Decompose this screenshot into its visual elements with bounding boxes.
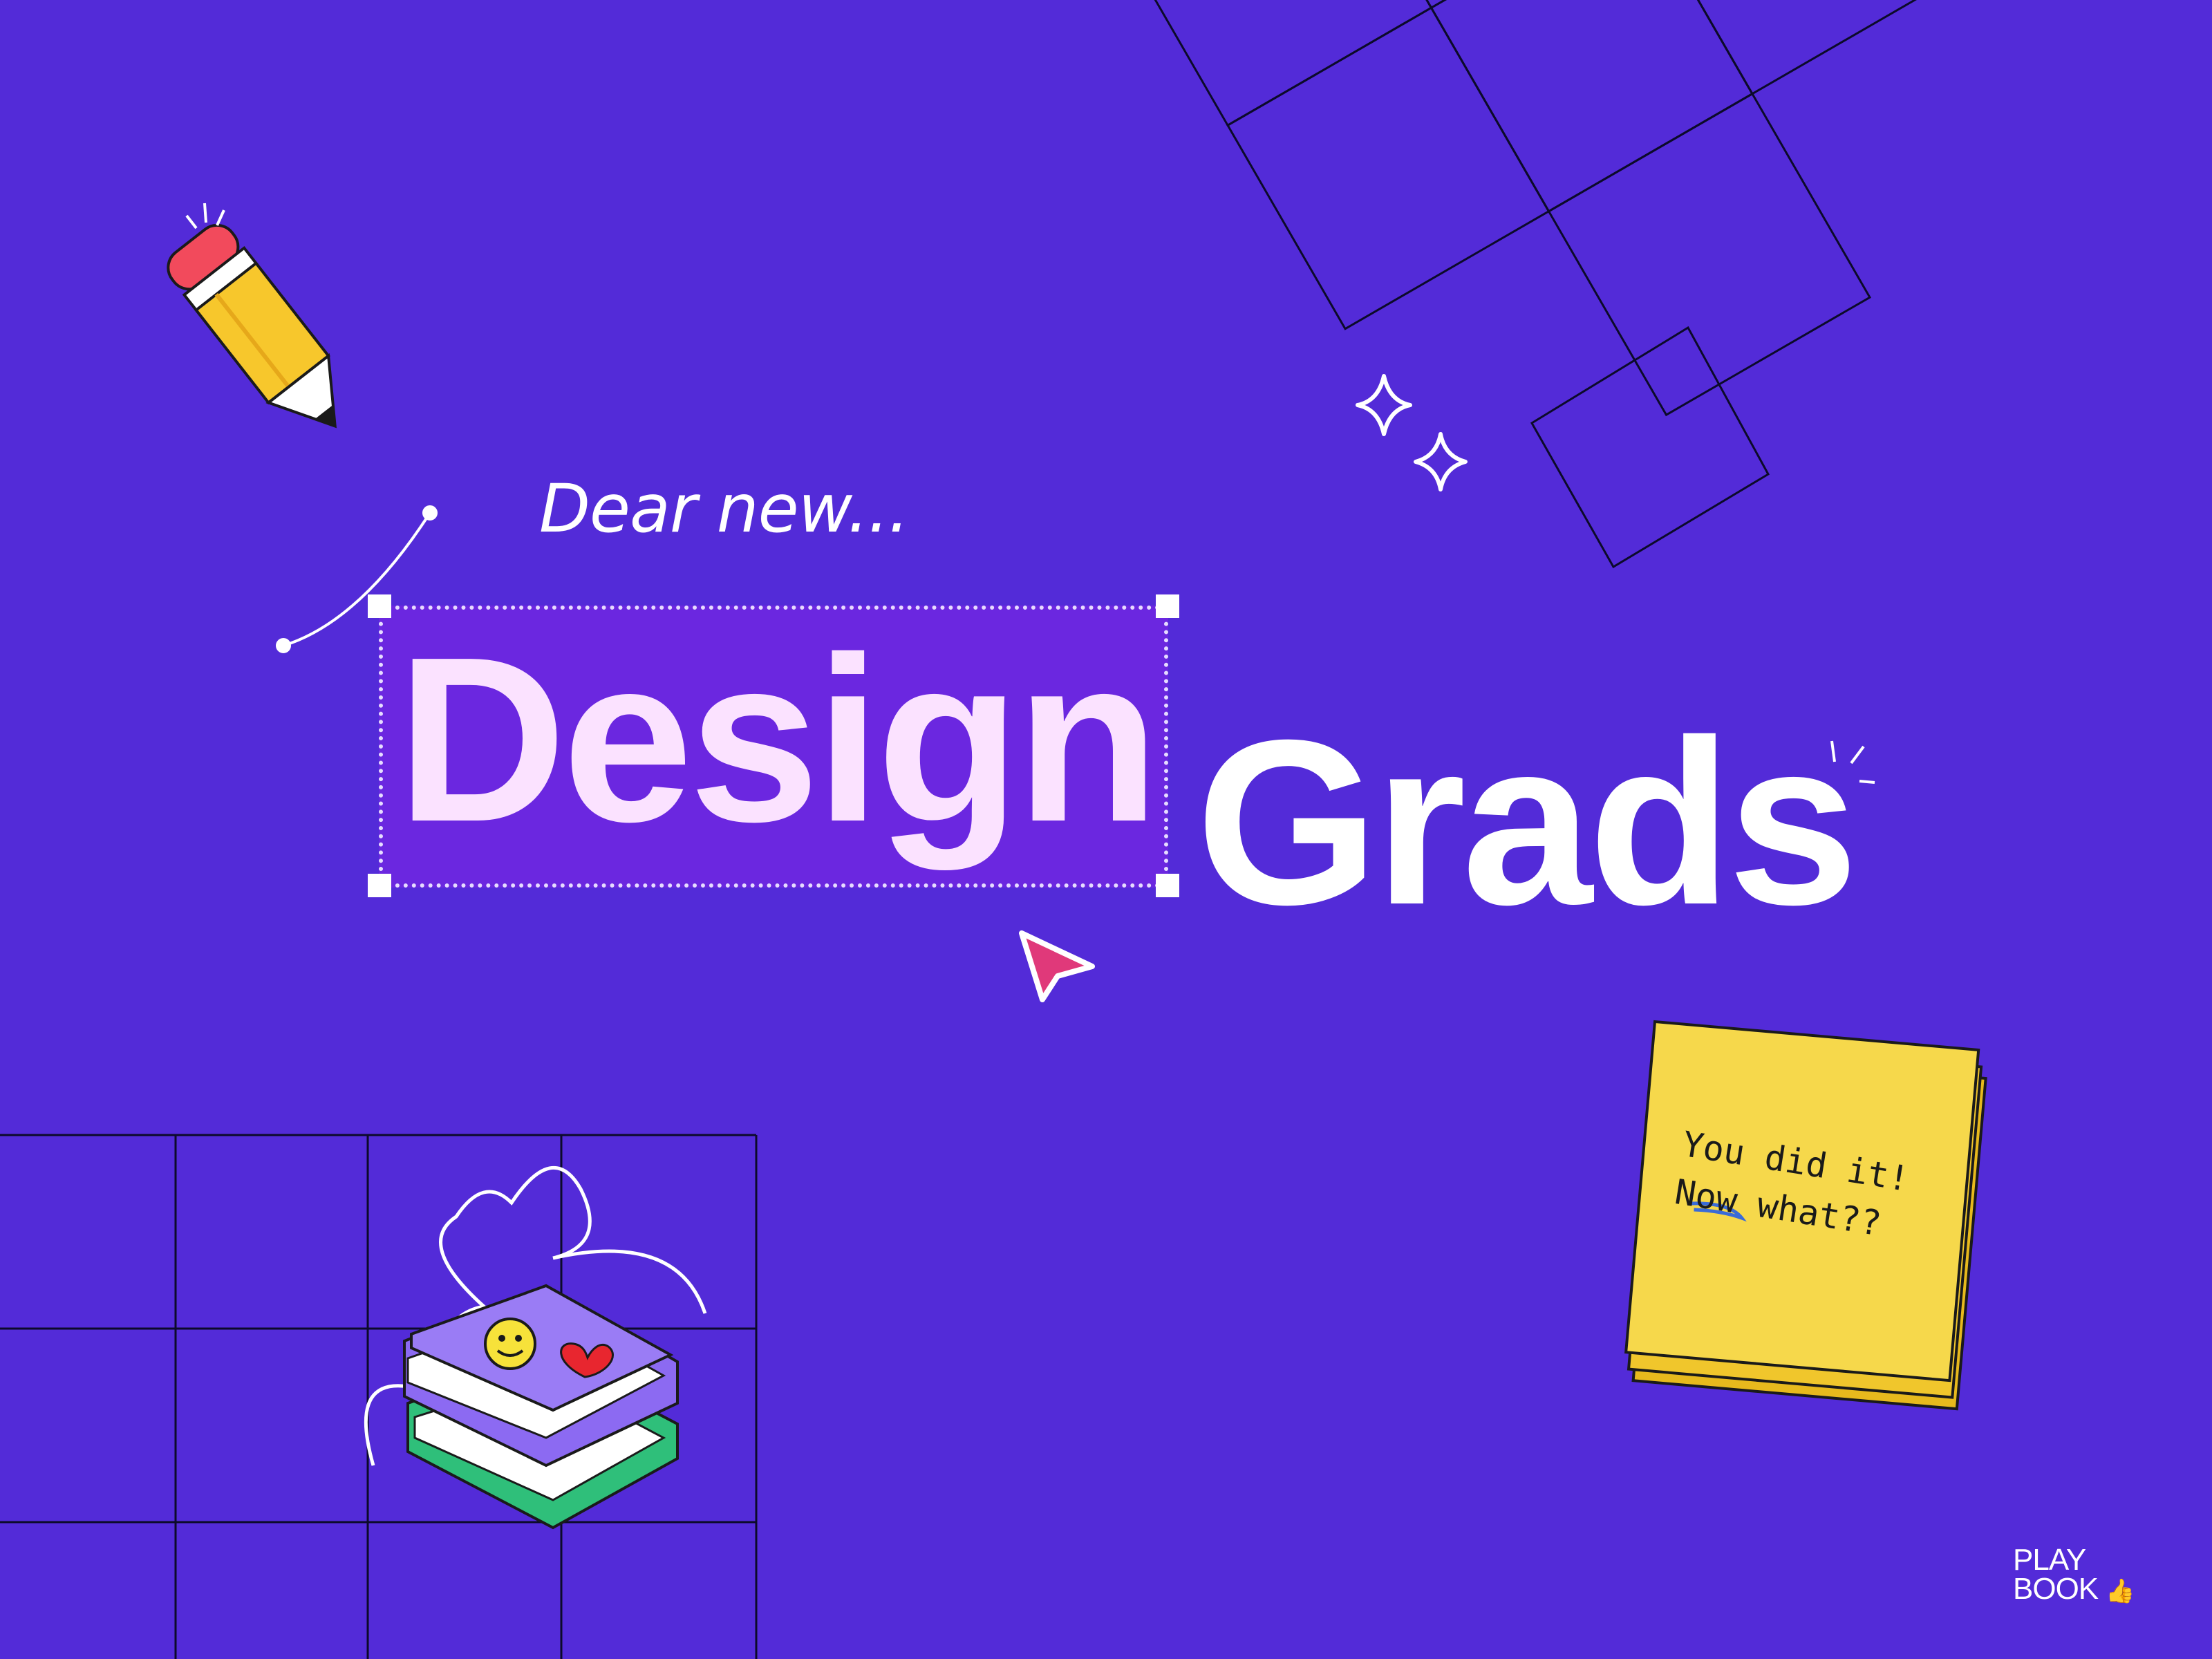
selection-handle-bottom-left[interactable] bbox=[368, 874, 391, 897]
thumbs-up-icon: 👍 bbox=[2106, 1578, 2135, 1604]
selection-handle-top-left[interactable] bbox=[368, 594, 391, 618]
top-right-grid bbox=[1109, 0, 1958, 417]
selection-handle-bottom-right[interactable] bbox=[1156, 874, 1179, 897]
logo-line1: PLAY bbox=[2013, 1543, 2086, 1577]
headline-design[interactable]: Design bbox=[397, 608, 1160, 871]
smiley-icon bbox=[484, 1318, 536, 1370]
logo-line2: BOOK bbox=[2013, 1572, 2099, 1606]
cursor-arrow-icon bbox=[1019, 930, 1095, 1002]
books-icon bbox=[364, 1165, 707, 1530]
lone-square bbox=[1530, 326, 1770, 569]
pencil-icon bbox=[167, 223, 337, 429]
selection-handle-top-right[interactable] bbox=[1156, 594, 1179, 618]
intro-text: Dear new... bbox=[539, 470, 910, 547]
playbook-logo: PLAY BOOK 👍 bbox=[2013, 1543, 2135, 1606]
logo-line2-wrapper: BOOK 👍 bbox=[2013, 1572, 2135, 1606]
headline-grads: Grads bbox=[1196, 691, 1859, 954]
sparkle-icon bbox=[1356, 374, 1468, 491]
